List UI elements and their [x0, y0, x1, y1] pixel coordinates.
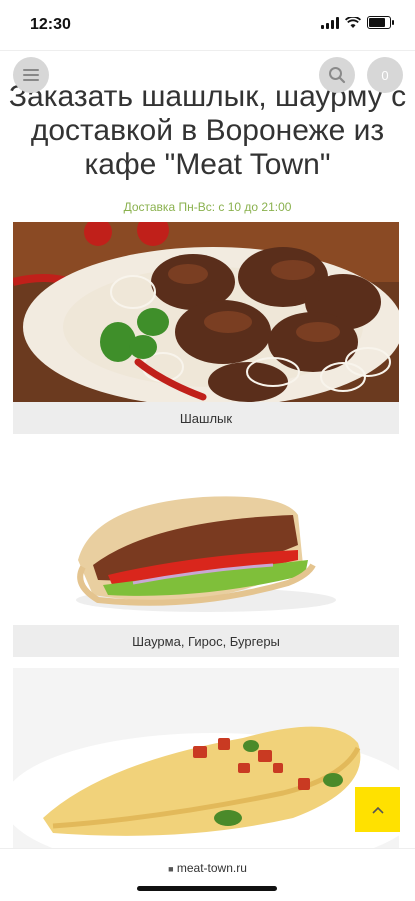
chevron-up-icon [371, 806, 384, 814]
header-bar: 0 [0, 50, 415, 99]
home-indicator[interactable] [137, 886, 277, 891]
browser-url-bar[interactable]: ■ meat-town.ru [0, 848, 415, 901]
cart-count-button[interactable]: 0 [367, 57, 403, 93]
search-button[interactable] [319, 57, 355, 93]
category-card-omelette[interactable] [13, 668, 399, 848]
category-label[interactable]: Шашлык [13, 402, 399, 434]
cart-count: 0 [381, 67, 389, 83]
url-display[interactable]: ■ meat-town.ru [0, 861, 415, 875]
menu-button[interactable] [13, 57, 49, 93]
wifi-icon [345, 16, 361, 28]
lock-icon: ■ [168, 864, 174, 874]
battery-icon [367, 16, 394, 29]
kebab-photo-icon[interactable] [13, 222, 399, 402]
category-label[interactable]: Шаурма, Гирос, Бургеры [13, 625, 399, 657]
category-card-kebab[interactable]: Шашлык [13, 222, 399, 434]
scroll-to-top-button[interactable] [355, 787, 400, 832]
main-content: Заказать шашлык, шаурму с доставкой в Во… [0, 80, 415, 214]
status-icons [321, 16, 394, 29]
delivery-note: Доставка Пн-Вс: с 10 до 21:00 [123, 200, 292, 214]
status-bar: 12:30 [0, 0, 415, 50]
shawarma-photo-icon[interactable] [13, 475, 399, 625]
omelette-photo-icon[interactable] [13, 668, 399, 848]
category-card-shawarma[interactable]: Шаурма, Гирос, Бургеры [13, 475, 399, 657]
status-time: 12:30 [30, 16, 71, 33]
signal-icon [321, 16, 339, 29]
menu-icon [23, 69, 39, 81]
url-text: meat-town.ru [176, 861, 247, 875]
search-icon [329, 67, 346, 84]
